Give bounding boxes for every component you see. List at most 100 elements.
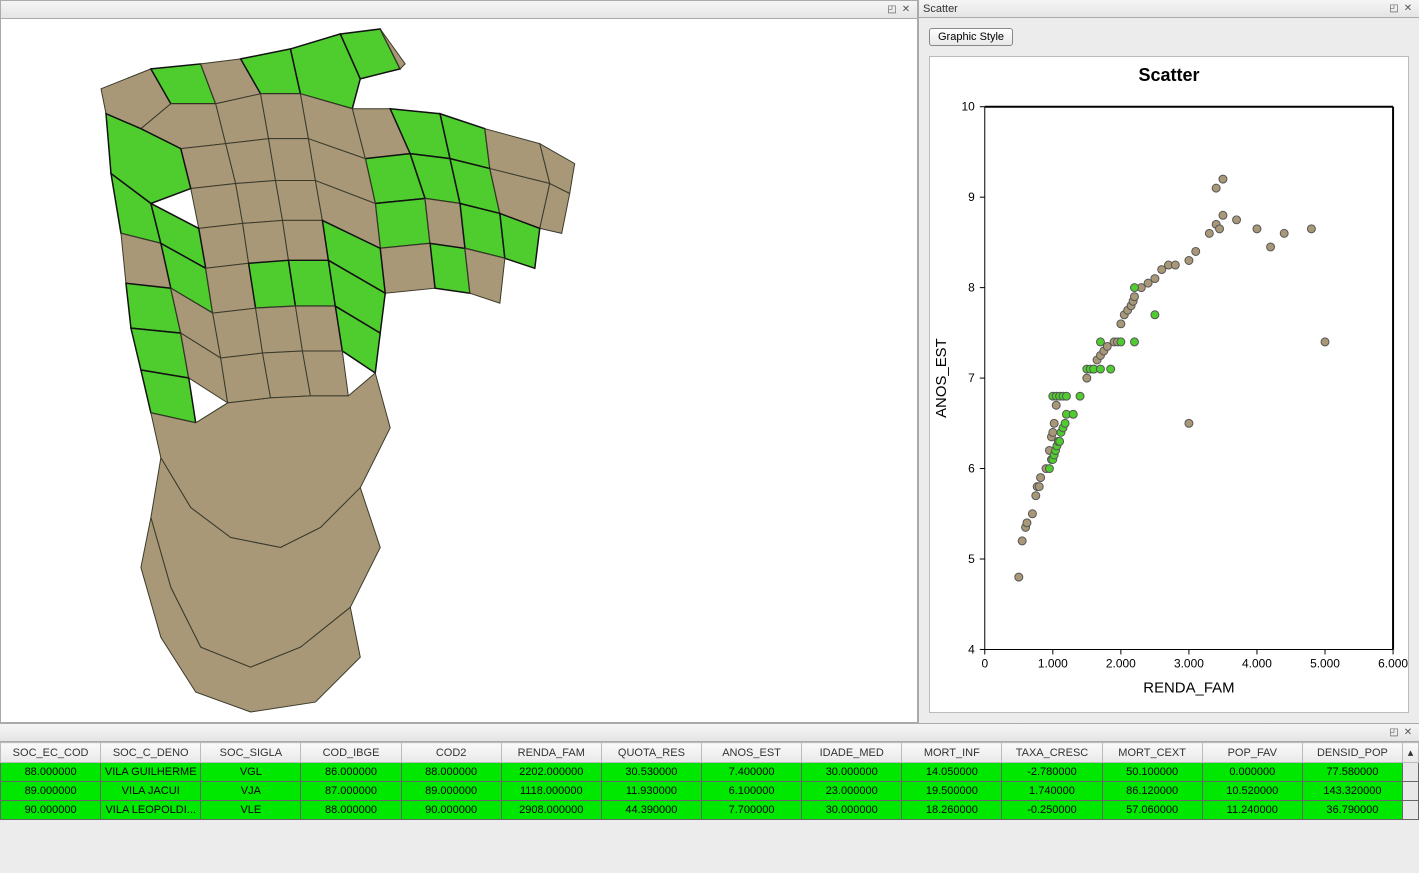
- scatter-point[interactable]: [1151, 275, 1159, 283]
- scatter-point[interactable]: [1015, 573, 1023, 581]
- scatter-point[interactable]: [1267, 243, 1275, 251]
- data-table[interactable]: SOC_EC_CODSOC_C_DENOSOC_SIGLACOD_IBGECOD…: [0, 742, 1419, 873]
- table-cell[interactable]: 10.520000: [1202, 782, 1302, 801]
- table-cell[interactable]: 143.320000: [1302, 782, 1402, 801]
- table-cell[interactable]: 1.740000: [1002, 782, 1102, 801]
- table-cell[interactable]: 57.060000: [1102, 801, 1202, 820]
- scatter-point[interactable]: [1216, 225, 1224, 233]
- scatter-point[interactable]: [1035, 483, 1043, 491]
- undock-icon[interactable]: ◰: [1387, 726, 1401, 740]
- table-cell[interactable]: 77.580000: [1302, 763, 1402, 782]
- table-cell[interactable]: 86.120000: [1102, 782, 1202, 801]
- scatter-point[interactable]: [1052, 401, 1060, 409]
- table-cell[interactable]: 11.240000: [1202, 801, 1302, 820]
- table-cell[interactable]: 14.050000: [902, 763, 1002, 782]
- table-cell[interactable]: 90.000000: [1, 801, 101, 820]
- col-header[interactable]: ANOS_EST: [701, 743, 801, 763]
- table-cell[interactable]: 90.000000: [401, 801, 501, 820]
- scatter-point[interactable]: [1117, 320, 1125, 328]
- table-cell[interactable]: 6.100000: [701, 782, 801, 801]
- close-icon[interactable]: ✕: [899, 3, 913, 17]
- scatter-point[interactable]: [1233, 216, 1241, 224]
- table-cell[interactable]: 89.000000: [401, 782, 501, 801]
- scatter-point[interactable]: [1096, 365, 1104, 373]
- table-cell[interactable]: 7.700000: [701, 801, 801, 820]
- scatter-point[interactable]: [1028, 510, 1036, 518]
- scatter-point[interactable]: [1185, 257, 1193, 265]
- scatter-point[interactable]: [1212, 184, 1220, 192]
- col-header[interactable]: TAXA_CRESC: [1002, 743, 1102, 763]
- scatter-point[interactable]: [1076, 392, 1084, 400]
- col-header[interactable]: RENDA_FAM: [501, 743, 601, 763]
- close-icon[interactable]: ✕: [1401, 2, 1415, 16]
- table-cell[interactable]: 88.000000: [401, 763, 501, 782]
- scatter-point[interactable]: [1130, 293, 1138, 301]
- scatter-point[interactable]: [1219, 175, 1227, 183]
- choropleth-map[interactable]: [1, 19, 917, 722]
- scatter-point[interactable]: [1049, 428, 1057, 436]
- scatter-point[interactable]: [1083, 374, 1091, 382]
- scatter-point[interactable]: [1219, 211, 1227, 219]
- scatter-point[interactable]: [1056, 437, 1064, 445]
- col-header[interactable]: COD2: [401, 743, 501, 763]
- col-header[interactable]: SOC_C_DENO: [101, 743, 201, 763]
- col-header[interactable]: MORT_CEXT: [1102, 743, 1202, 763]
- table-cell[interactable]: VILA GUILHERME: [101, 763, 201, 782]
- table-cell[interactable]: 1118.000000: [501, 782, 601, 801]
- scatter-point[interactable]: [1023, 519, 1031, 527]
- table-cell[interactable]: 18.260000: [902, 801, 1002, 820]
- table-cell[interactable]: 36.790000: [1302, 801, 1402, 820]
- col-header[interactable]: DENSID_POP: [1302, 743, 1402, 763]
- undock-icon[interactable]: ◰: [885, 3, 899, 17]
- scatter-point[interactable]: [1130, 284, 1138, 292]
- table-cell[interactable]: 30.530000: [601, 763, 701, 782]
- table-cell[interactable]: VGL: [201, 763, 301, 782]
- table-cell[interactable]: 7.400000: [701, 763, 801, 782]
- table-cell[interactable]: 11.930000: [601, 782, 701, 801]
- scatter-point[interactable]: [1032, 492, 1040, 500]
- scatter-point[interactable]: [1069, 410, 1077, 418]
- table-cell[interactable]: -2.780000: [1002, 763, 1102, 782]
- scatter-point[interactable]: [1307, 225, 1315, 233]
- scatter-point[interactable]: [1185, 419, 1193, 427]
- scatter-point[interactable]: [1037, 474, 1045, 482]
- scatter-point[interactable]: [1045, 465, 1053, 473]
- scatter-point[interactable]: [1321, 338, 1329, 346]
- scatter-point[interactable]: [1280, 229, 1288, 237]
- col-header[interactable]: QUOTA_RES: [601, 743, 701, 763]
- close-icon[interactable]: ✕: [1401, 726, 1415, 740]
- col-header[interactable]: MORT_INF: [902, 743, 1002, 763]
- table-cell[interactable]: 19.500000: [902, 782, 1002, 801]
- scatter-point[interactable]: [1205, 229, 1213, 237]
- col-header[interactable]: SOC_SIGLA: [201, 743, 301, 763]
- map-canvas[interactable]: [1, 19, 917, 722]
- scatter-point[interactable]: [1096, 338, 1104, 346]
- scatter-point[interactable]: [1061, 419, 1069, 427]
- table-cell[interactable]: 88.000000: [301, 801, 401, 820]
- table-cell[interactable]: 2908.000000: [501, 801, 601, 820]
- scatter-point[interactable]: [1253, 225, 1261, 233]
- table-cell[interactable]: VLE: [201, 801, 301, 820]
- table-cell[interactable]: 88.000000: [1, 763, 101, 782]
- scatter-point[interactable]: [1151, 311, 1159, 319]
- scatter-point[interactable]: [1130, 338, 1138, 346]
- col-header[interactable]: IDADE_MED: [802, 743, 902, 763]
- table-row[interactable]: 90.000000VILA LEOPOLDI...VLE88.00000090.…: [1, 801, 1419, 820]
- table-cell[interactable]: -0.250000: [1002, 801, 1102, 820]
- scatter-point[interactable]: [1107, 365, 1115, 373]
- table-cell[interactable]: 44.390000: [601, 801, 701, 820]
- scroll-up-icon[interactable]: ▴: [1403, 743, 1419, 763]
- scatter-point[interactable]: [1062, 392, 1070, 400]
- table-row[interactable]: 88.000000VILA GUILHERMEVGL86.00000088.00…: [1, 763, 1419, 782]
- table-cell[interactable]: 30.000000: [802, 801, 902, 820]
- table-cell[interactable]: VILA JACUI: [101, 782, 201, 801]
- table-cell[interactable]: 0.000000: [1202, 763, 1302, 782]
- graphic-style-button[interactable]: Graphic Style: [929, 28, 1013, 46]
- scatter-point[interactable]: [1050, 419, 1058, 427]
- scatter-point[interactable]: [1192, 247, 1200, 255]
- table-cell[interactable]: 87.000000: [301, 782, 401, 801]
- table-cell[interactable]: 50.100000: [1102, 763, 1202, 782]
- col-header[interactable]: POP_FAV: [1202, 743, 1302, 763]
- table-cell[interactable]: 89.000000: [1, 782, 101, 801]
- table-row[interactable]: 89.000000VILA JACUIVJA87.00000089.000000…: [1, 782, 1419, 801]
